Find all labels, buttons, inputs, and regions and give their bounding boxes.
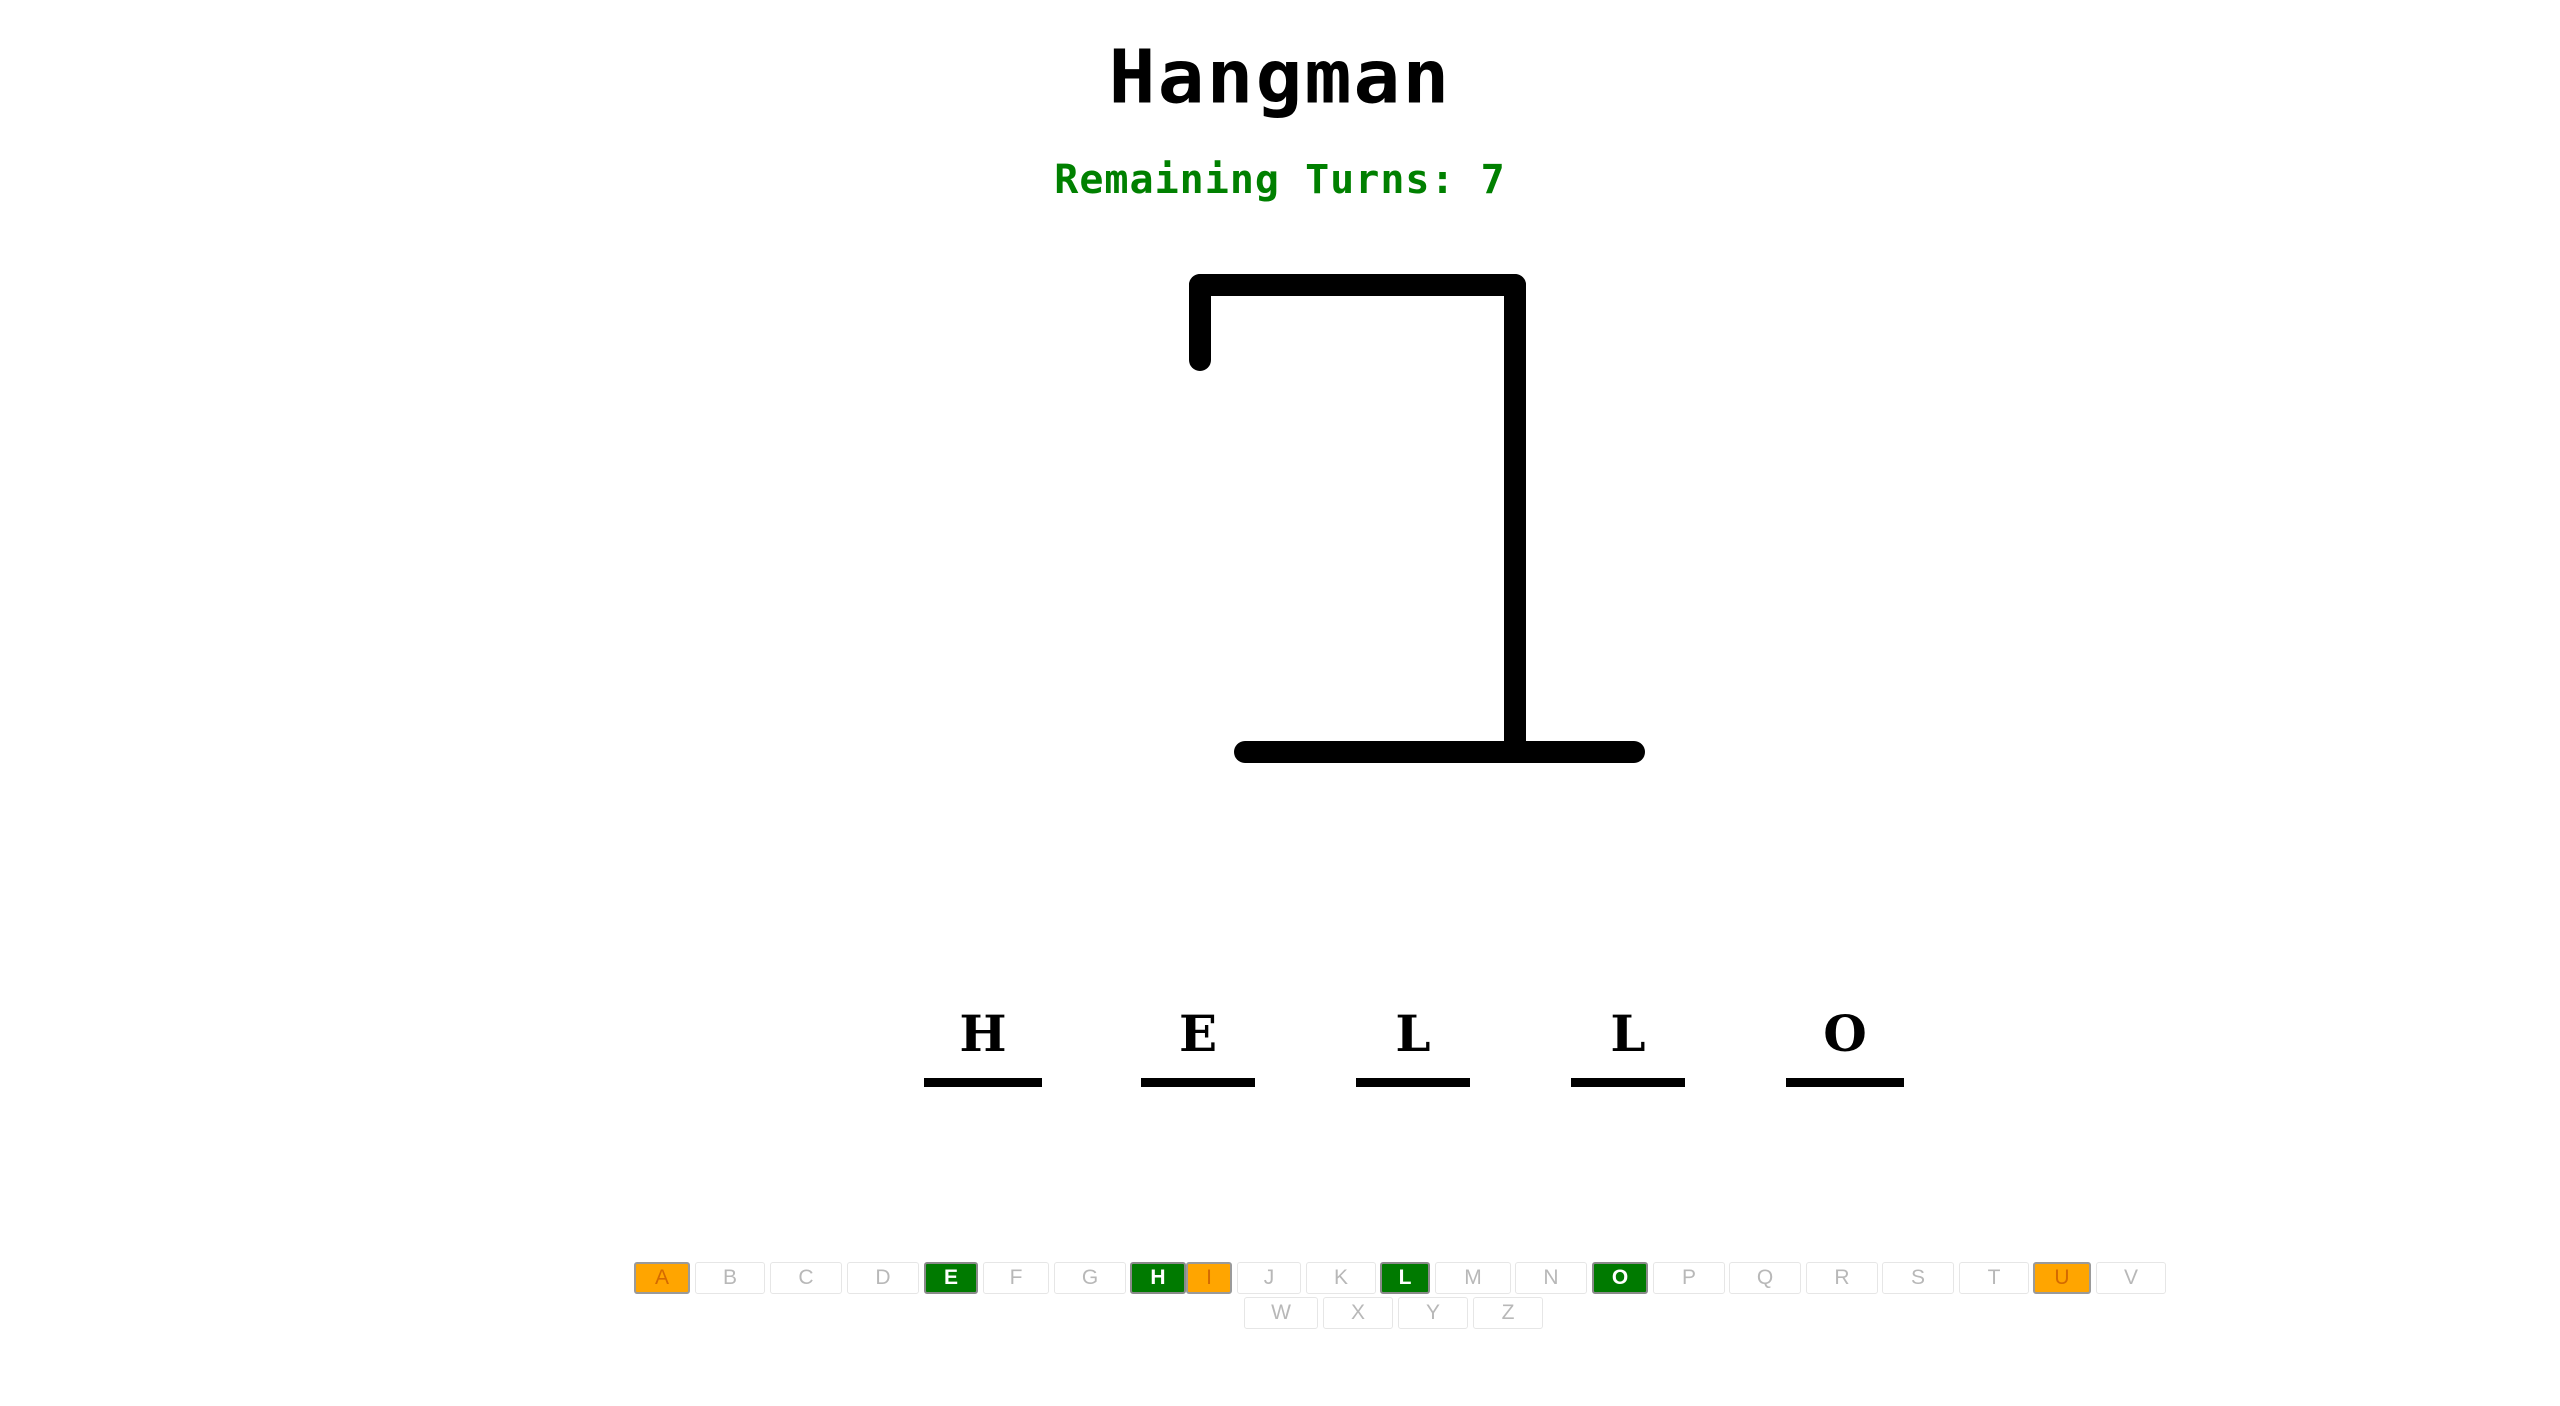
key-u[interactable]: U bbox=[2033, 1262, 2091, 1294]
key-q[interactable]: Q bbox=[1729, 1262, 1801, 1294]
key-n[interactable]: N bbox=[1515, 1262, 1587, 1294]
key-w[interactable]: W bbox=[1244, 1297, 1318, 1329]
key-a[interactable]: A bbox=[634, 1262, 690, 1294]
key-r[interactable]: R bbox=[1806, 1262, 1878, 1294]
key-c[interactable]: C bbox=[770, 1262, 842, 1294]
key-b[interactable]: B bbox=[695, 1262, 765, 1294]
letter-slot: L bbox=[1356, 990, 1470, 1087]
key-t[interactable]: T bbox=[1959, 1262, 2029, 1294]
key-j[interactable]: J bbox=[1237, 1262, 1301, 1294]
gallows-drawing bbox=[1189, 274, 1645, 763]
key-p[interactable]: P bbox=[1653, 1262, 1725, 1294]
key-d[interactable]: D bbox=[847, 1262, 919, 1294]
key-f[interactable]: F bbox=[983, 1262, 1049, 1294]
key-l[interactable]: L bbox=[1380, 1262, 1430, 1294]
key-o[interactable]: O bbox=[1592, 1262, 1648, 1294]
word-display: H E L L O bbox=[0, 990, 2560, 1090]
letter-slot: L bbox=[1571, 990, 1685, 1087]
key-z[interactable]: Z bbox=[1473, 1297, 1543, 1329]
key-s[interactable]: S bbox=[1882, 1262, 1954, 1294]
key-g[interactable]: G bbox=[1054, 1262, 1126, 1294]
key-h[interactable]: H bbox=[1130, 1262, 1186, 1294]
key-y[interactable]: Y bbox=[1398, 1297, 1468, 1329]
key-i[interactable]: I bbox=[1186, 1262, 1232, 1294]
key-k[interactable]: K bbox=[1306, 1262, 1376, 1294]
key-v[interactable]: V bbox=[2096, 1262, 2166, 1294]
key-m[interactable]: M bbox=[1435, 1262, 1511, 1294]
letter-slot: E bbox=[1141, 990, 1255, 1087]
letter-slot: O bbox=[1786, 990, 1904, 1087]
key-e[interactable]: E bbox=[924, 1262, 978, 1294]
letter-slot: H bbox=[924, 990, 1042, 1087]
key-x[interactable]: X bbox=[1323, 1297, 1393, 1329]
